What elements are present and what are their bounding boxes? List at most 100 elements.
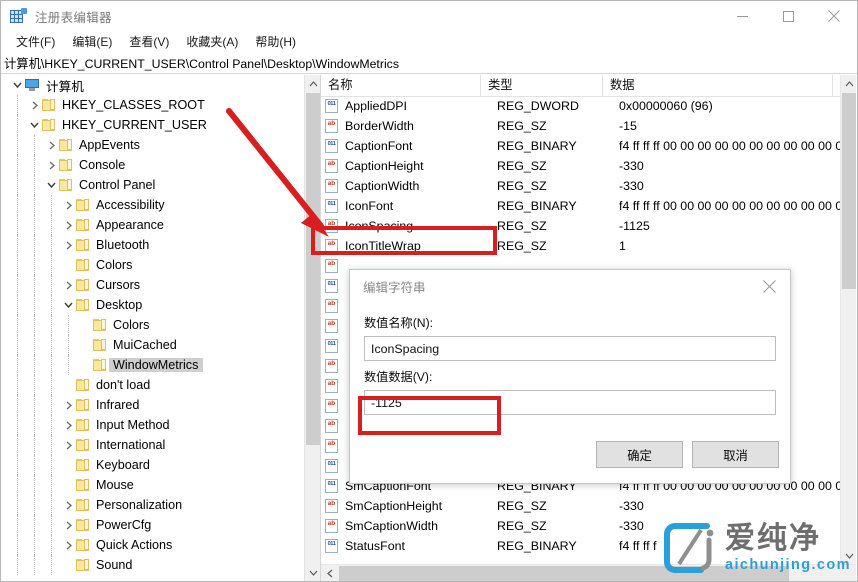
- list-scroll-up-icon[interactable]: [841, 75, 856, 92]
- folder-icon: [75, 418, 91, 432]
- list-scroll-thumb[interactable]: [842, 93, 856, 289]
- tree-item-sound[interactable]: Sound: [2, 555, 304, 575]
- list-scroll-left-icon[interactable]: [321, 565, 338, 582]
- list-header: 名称类型数据: [321, 75, 856, 97]
- tree-item-appevents[interactable]: AppEvents: [2, 135, 304, 155]
- menu-edit[interactable]: 编辑(E): [64, 31, 121, 53]
- chevron-right-icon[interactable]: [62, 415, 75, 435]
- chevron-right-icon[interactable]: [62, 435, 75, 455]
- minimize-button[interactable]: [719, 1, 765, 31]
- list-vertical-scrollbar[interactable]: [840, 75, 856, 564]
- string-value-icon: ab: [325, 439, 340, 454]
- menu-favorites[interactable]: 收藏夹(A): [178, 31, 247, 53]
- list-scroll-down-icon[interactable]: [841, 547, 856, 564]
- table-row[interactable]: abSmCaptionHeightREG_SZ-330: [321, 496, 856, 516]
- table-row[interactable]: abCaptionWidthREG_SZ-330: [321, 176, 856, 196]
- binary-value-icon: 011: [325, 459, 340, 474]
- tree-item-accessibility[interactable]: Accessibility: [2, 195, 304, 215]
- binary-value-icon: 011: [325, 479, 340, 494]
- tree-guide-line: [34, 555, 36, 575]
- chevron-right-icon[interactable]: [62, 495, 75, 515]
- chevron-right-icon[interactable]: [62, 215, 75, 235]
- window-controls: [719, 1, 857, 31]
- tree-item-hkey-current-user[interactable]: HKEY_CURRENT_USER: [2, 115, 304, 135]
- table-row[interactable]: 011StatusFontREG_BINARYf4 ff ff f: [321, 536, 856, 556]
- folder-icon: [92, 338, 108, 352]
- tree-item-keyboard[interactable]: Keyboard: [2, 455, 304, 475]
- chevron-down-icon[interactable]: [11, 75, 24, 95]
- column-type[interactable]: 类型: [481, 75, 603, 96]
- tree-vertical-scrollbar[interactable]: [304, 75, 320, 581]
- tree-item-mouse[interactable]: Mouse: [2, 475, 304, 495]
- tree-item-colors[interactable]: Colors: [2, 255, 304, 275]
- chevron-down-icon[interactable]: [62, 295, 75, 315]
- tree-guide-line: [34, 475, 36, 495]
- table-row[interactable]: abIconTitleWrapREG_SZ1: [321, 236, 856, 256]
- table-row[interactable]: 011AppliedDPIREG_DWORD0x00000060 (96): [321, 96, 856, 116]
- menu-view[interactable]: 查看(V): [121, 31, 178, 53]
- tree-item-bluetooth[interactable]: Bluetooth: [2, 235, 304, 255]
- list-hscroll-thumb[interactable]: [339, 566, 789, 581]
- cell-data: f4 ff ff ff 00 00 00 00 00 00 00 00 00 0…: [619, 199, 856, 213]
- tree-item-don-t-load[interactable]: don't load: [2, 375, 304, 395]
- string-value-icon: ab: [325, 179, 340, 194]
- table-row[interactable]: abCaptionHeightREG_SZ-330: [321, 156, 856, 176]
- chevron-right-icon[interactable]: [62, 235, 75, 255]
- chevron-right-icon[interactable]: [62, 395, 75, 415]
- table-row[interactable]: 011IconFontREG_BINARYf4 ff ff ff 00 00 0…: [321, 196, 856, 216]
- cancel-button[interactable]: 取消: [692, 441, 779, 468]
- tree-guide-line: [34, 155, 36, 175]
- tree-item-control-panel[interactable]: Control Panel: [2, 175, 304, 195]
- tree-item-appearance[interactable]: Appearance: [2, 215, 304, 235]
- tree-item-muicached[interactable]: MuiCached: [2, 335, 304, 355]
- chevron-right-icon[interactable]: [62, 195, 75, 215]
- tree-item-quick-actions[interactable]: Quick Actions: [2, 535, 304, 555]
- chevron-right-icon[interactable]: [45, 155, 58, 175]
- table-row[interactable]: 011CaptionFontREG_BINARYf4 ff ff ff 00 0…: [321, 136, 856, 156]
- menu-file[interactable]: 文件(F): [8, 31, 64, 53]
- tree-item-personalization[interactable]: Personalization: [2, 495, 304, 515]
- tree-item-cursors[interactable]: Cursors: [2, 275, 304, 295]
- tree-guide-line: [17, 135, 19, 155]
- table-row[interactable]: abBorderWidthREG_SZ-15: [321, 116, 856, 136]
- value-data-input[interactable]: [364, 390, 776, 415]
- tree-indent: [2, 275, 62, 295]
- dialog-close-button[interactable]: [748, 271, 790, 303]
- chevron-right-icon[interactable]: [45, 135, 58, 155]
- tree-item-[interactable]: 计算机: [2, 75, 304, 95]
- tree-guide-line: [17, 275, 19, 295]
- tree-item-input-method[interactable]: Input Method: [2, 415, 304, 435]
- tree-scroll-thumb[interactable]: [306, 93, 320, 445]
- registry-path: 计算机\HKEY_CURRENT_USER\Control Panel\Desk…: [1, 54, 399, 72]
- chevron-right-icon[interactable]: [62, 275, 75, 295]
- menu-help[interactable]: 帮助(H): [247, 31, 305, 53]
- tree-scroll-down-icon[interactable]: [305, 564, 321, 581]
- tree-item-powercfg[interactable]: PowerCfg: [2, 515, 304, 535]
- column-name[interactable]: 名称: [321, 75, 481, 96]
- tree-guide-line: [68, 335, 70, 355]
- tree-item-desktop[interactable]: Desktop: [2, 295, 304, 315]
- value-name-input[interactable]: [364, 336, 776, 361]
- tree-item-console[interactable]: Console: [2, 155, 304, 175]
- tree-scroll-up-icon[interactable]: [305, 75, 321, 92]
- ok-button[interactable]: 确定: [596, 441, 683, 468]
- address-bar[interactable]: 计算机\HKEY_CURRENT_USER\Control Panel\Desk…: [1, 53, 857, 74]
- binary-value-icon: 011: [325, 539, 340, 554]
- close-button[interactable]: [811, 1, 857, 31]
- list-horizontal-scrollbar[interactable]: [321, 564, 856, 581]
- table-row[interactable]: abIconSpacingREG_SZ-1125: [321, 216, 856, 236]
- chevron-right-icon[interactable]: [28, 95, 41, 115]
- maximize-button[interactable]: [765, 1, 811, 31]
- chevron-down-icon[interactable]: [45, 175, 58, 195]
- column-data[interactable]: 数据: [603, 75, 833, 96]
- chevron-right-icon[interactable]: [62, 515, 75, 535]
- chevron-down-icon[interactable]: [28, 115, 41, 135]
- tree-item-windowmetrics[interactable]: WindowMetrics: [2, 355, 304, 375]
- tree-item-infrared[interactable]: Infrared: [2, 395, 304, 415]
- chevron-right-icon[interactable]: [62, 535, 75, 555]
- tree-item-label: 计算机: [42, 76, 89, 95]
- tree-item-international[interactable]: International: [2, 435, 304, 455]
- tree-item-hkey-classes-root[interactable]: HKEY_CLASSES_ROOT: [2, 95, 304, 115]
- tree-item-colors[interactable]: Colors: [2, 315, 304, 335]
- table-row[interactable]: abSmCaptionWidthREG_SZ-330: [321, 516, 856, 536]
